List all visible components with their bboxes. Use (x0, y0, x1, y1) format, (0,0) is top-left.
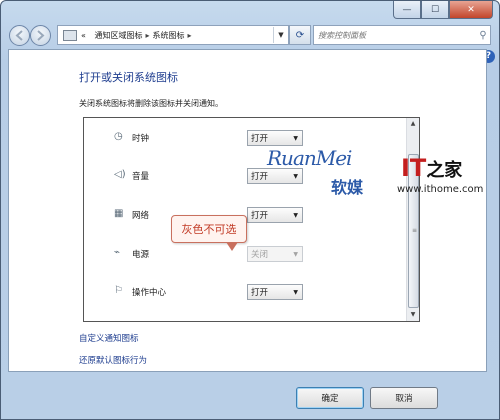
back-button[interactable] (9, 25, 30, 46)
ithome-logo-it: IT (401, 154, 427, 182)
chevron-right-icon: ▸ (187, 30, 192, 40)
refresh-button[interactable]: ⟳ (289, 25, 311, 45)
chevron-down-icon: ▼ (293, 134, 298, 142)
breadcrumb-separator-1 (89, 31, 92, 40)
scroll-down-arrow-icon[interactable]: ▼ (407, 309, 419, 321)
speaker-icon: ◁) (114, 169, 126, 180)
caption-buttons: — ☐ ✕ (393, 1, 493, 19)
content-area: 打开或关闭系统图标 关闭系统图标将删除该图标并关闭通知。 ◷ 时钟 打开 ▼ ◁)… (8, 49, 487, 372)
navigation-bar: « 通知区域图标 ▸ 系统图标 ▸ ▼ ⟳ ⚲ (9, 24, 493, 46)
annotation-callout: 灰色不可选 (171, 215, 247, 251)
scroll-up-arrow-icon[interactable]: ▲ (407, 118, 419, 130)
customize-notification-icons-link[interactable]: 自定义通知图标 (79, 332, 139, 344)
refresh-icon: ⟳ (295, 29, 305, 41)
address-dropdown-button[interactable]: ▼ (273, 27, 288, 43)
restore-default-icon-behaviors-link[interactable]: 还原默认图标行为 (79, 354, 147, 366)
row-label: 网络 (132, 211, 150, 221)
breadcrumb-system-icons[interactable]: 系统图标 (152, 30, 184, 41)
back-arrow-icon (15, 30, 23, 41)
ruanmei-watermark-latin: RuanMei (267, 146, 352, 170)
ithome-logo: IT之家 (401, 154, 462, 182)
clock-icon: ◷ (114, 131, 123, 142)
control-panel-icon (63, 29, 77, 41)
system-icons-list: ◷ 时钟 打开 ▼ ◁) 音量 打开 ▼ ▦ 网络 打开 ▼ ⌁ 电源 关闭 ▼ ⚐ 操 (83, 117, 420, 322)
ok-button[interactable]: 确定 (296, 387, 364, 409)
power-behavior-select: 关闭 ▼ (247, 246, 303, 262)
page-title: 打开或关闭系统图标 (79, 71, 178, 84)
flag-icon: ⚐ (114, 285, 123, 296)
search-box[interactable]: ⚲ (313, 25, 491, 45)
close-button[interactable]: ✕ (449, 1, 493, 19)
row-label: 操作中心 (132, 288, 167, 298)
address-bar[interactable]: « 通知区域图标 ▸ 系统图标 ▸ ▼ (57, 25, 289, 45)
forward-button[interactable] (30, 25, 51, 46)
search-input[interactable] (314, 29, 476, 41)
chevron-right-icon: ▸ (145, 30, 150, 40)
dialog-footer: 确定 取消 (8, 370, 485, 415)
ithome-url: www.ithome.com (397, 184, 484, 195)
breadcrumb-notification-area-icons[interactable]: 通知区域图标 (94, 30, 142, 41)
control-panel-window: — ☐ ✕ « 通知区域图标 ▸ 系统图标 ▸ ▼ ⟳ ⚲ ? 打开或关闭系统图… (0, 0, 500, 420)
chevron-down-icon: ▼ (293, 211, 298, 219)
clock-behavior-select[interactable]: 打开 ▼ (247, 130, 303, 146)
row-label: 电源 (132, 250, 150, 260)
maximize-button[interactable]: ☐ (421, 1, 449, 19)
grip-icon: ≡ (412, 227, 418, 234)
chevron-down-icon: ▼ (293, 250, 298, 258)
row-power: ⌁ 电源 关闭 ▼ (84, 244, 404, 264)
page-description: 关闭系统图标将删除该图标并关闭通知。 (79, 99, 223, 108)
row-label: 时钟 (132, 134, 150, 144)
search-icon[interactable]: ⚲ (476, 30, 490, 41)
volume-behavior-select[interactable]: 打开 ▼ (247, 168, 303, 184)
forward-arrow-icon (37, 30, 45, 41)
breadcrumb-overflow[interactable]: « (81, 31, 86, 40)
chevron-down-icon: ▼ (293, 288, 298, 296)
cancel-button[interactable]: 取消 (370, 387, 438, 409)
network-behavior-select[interactable]: 打开 ▼ (247, 207, 303, 223)
action-center-behavior-select[interactable]: 打开 ▼ (247, 284, 303, 300)
row-label: 音量 (132, 172, 150, 182)
row-clock: ◷ 时钟 打开 ▼ (84, 128, 404, 148)
row-action-center: ⚐ 操作中心 打开 ▼ (84, 282, 404, 302)
network-icon: ▦ (114, 208, 124, 219)
ruanmei-watermark-cn: 软媒 (331, 178, 364, 197)
minimize-button[interactable]: — (393, 1, 421, 19)
chevron-down-icon: ▼ (293, 172, 298, 180)
power-icon: ⌁ (114, 247, 121, 258)
ithome-logo-cn: 之家 (426, 160, 463, 181)
vertical-scrollbar[interactable]: ▲ ≡ ▼ (406, 118, 419, 321)
